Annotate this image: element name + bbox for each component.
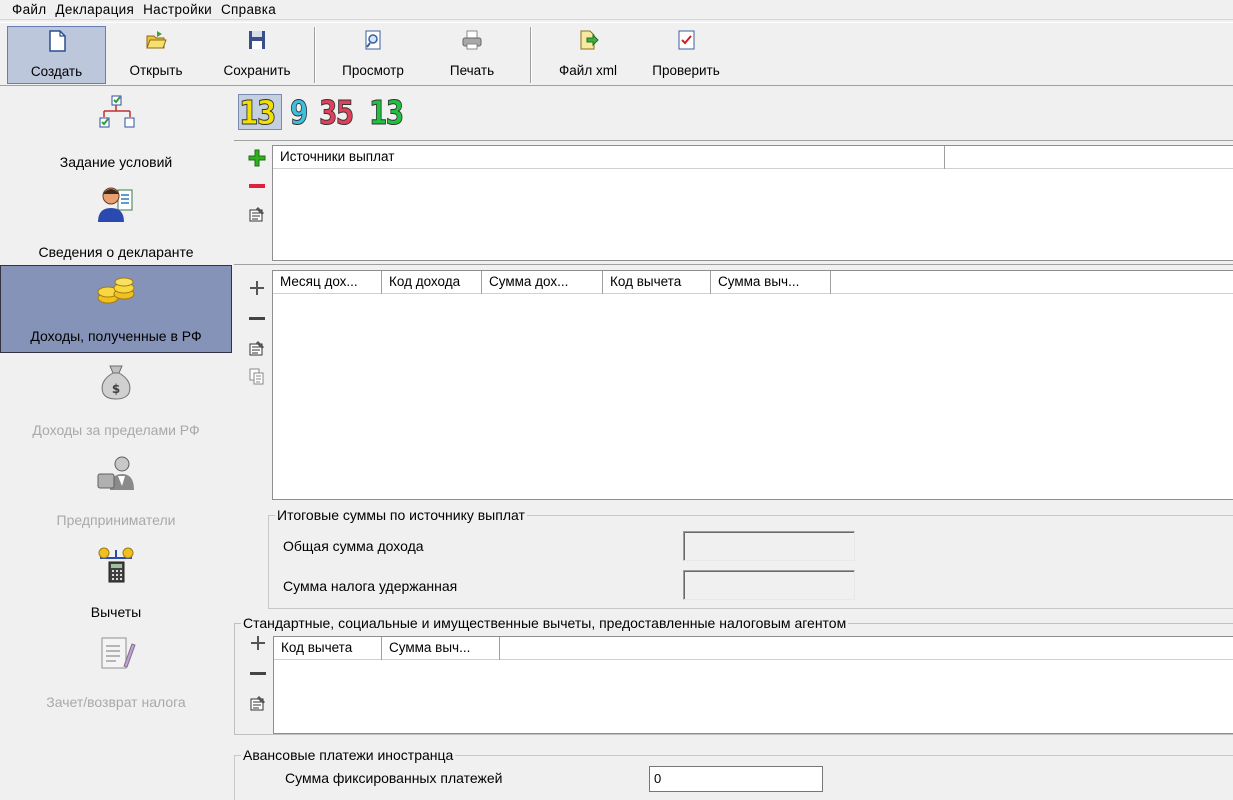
column-header[interactable]: Сумма выч... (382, 637, 500, 660)
print-button[interactable]: Печать (432, 26, 512, 84)
preview-button[interactable]: Просмотр (327, 26, 419, 84)
edit-properties-icon[interactable] (248, 205, 266, 223)
column-header[interactable]: Сумма выч... (711, 271, 831, 294)
income-grid[interactable]: Месяц дох... Код дохода Сумма дох... Код… (272, 270, 1233, 500)
edit-properties-icon[interactable] (248, 339, 266, 357)
sources-panel: Источники выплат (234, 140, 1233, 262)
rate-tab-13[interactable]: 13 (238, 92, 282, 132)
sources-grid[interactable]: Источники выплат (272, 145, 1233, 261)
add-icon[interactable] (248, 149, 266, 167)
sidebar-item-conditions[interactable]: Задание условий (0, 88, 232, 178)
xml-file-button[interactable]: Файл xml (544, 26, 632, 84)
group-title: Авансовые платежи иностранца (241, 747, 456, 763)
remove-icon[interactable] (248, 309, 266, 327)
column-header[interactable]: Код дохода (382, 271, 482, 294)
toolbar: Создать Открыть Сохранить Просмотр Печат… (0, 22, 1233, 86)
new-document-icon (48, 30, 66, 52)
fixed-payments-label: Сумма фиксированных платежей (285, 770, 503, 786)
export-file-icon (580, 30, 599, 50)
menu-bar: Файл Декларация Настройки Справка (0, 0, 1233, 20)
main-panel: 13 9 35 13 Источники выплат Месяц дох... (234, 88, 1233, 800)
rate-tab-35[interactable]: 35 (319, 92, 355, 132)
person-document-icon (98, 187, 133, 222)
column-header[interactable]: Месяц дох... (273, 271, 382, 294)
coins-icon (97, 277, 135, 304)
fixed-payments-input[interactable]: 0 (649, 766, 823, 792)
svg-text:$: $ (112, 382, 120, 396)
magnifier-document-icon (365, 30, 381, 50)
sidebar: Задание условий Сведения о декларанте До… (0, 88, 232, 800)
tax-withheld-field (683, 570, 855, 600)
open-folder-icon (146, 31, 167, 49)
totals-group: Итоговые суммы по источнику выплат Общая… (268, 507, 1233, 609)
create-button[interactable]: Создать (7, 26, 106, 84)
sidebar-item-declarant[interactable]: Сведения о декларанте (0, 178, 232, 268)
column-header[interactable]: Источники выплат (273, 146, 945, 169)
menu-help[interactable]: Справка (221, 2, 276, 17)
sidebar-item-tax-refund[interactable]: Зачет/возврат налога (0, 628, 232, 718)
menu-file[interactable]: Файл (12, 2, 46, 17)
sidebar-item-income-russia[interactable]: Доходы, полученные в РФ (0, 265, 232, 353)
scales-calculator-icon (98, 547, 134, 583)
checklist-icon (678, 30, 695, 50)
total-income-field (683, 531, 855, 561)
group-title: Итоговые суммы по источнику выплат (275, 507, 527, 523)
tax-rate-tabs: 13 9 35 13 (238, 92, 419, 132)
businessman-icon (97, 456, 134, 490)
remove-icon[interactable] (248, 177, 266, 195)
tree-checklist-icon (99, 95, 135, 128)
floppy-disk-icon (249, 31, 265, 49)
add-icon[interactable] (249, 634, 267, 652)
column-header[interactable]: Код вычета (603, 271, 711, 294)
open-button[interactable]: Открыть (116, 26, 196, 84)
menu-declaration[interactable]: Декларация (55, 2, 134, 17)
add-icon[interactable] (248, 279, 266, 297)
income-panel: Месяц дох... Код дохода Сумма дох... Код… (234, 264, 1233, 610)
deductions-group: Стандартные, социальные и имущественные … (234, 615, 1233, 735)
sidebar-item-deductions[interactable]: Вычеты (0, 538, 232, 628)
document-pen-icon (101, 637, 136, 669)
sidebar-item-income-abroad[interactable]: $ Доходы за пределами РФ (0, 356, 232, 446)
copy-icon[interactable] (248, 367, 266, 385)
group-title: Стандартные, социальные и имущественные … (241, 615, 849, 631)
column-header[interactable]: Сумма дох... (482, 271, 603, 294)
sidebar-item-entrepreneurs[interactable]: Предприниматели (0, 446, 232, 536)
column-header[interactable]: Код вычета (274, 637, 382, 660)
menu-settings[interactable]: Настройки (143, 2, 212, 17)
printer-icon (462, 30, 482, 50)
remove-icon[interactable] (249, 664, 267, 682)
total-income-label: Общая сумма дохода (283, 538, 424, 554)
rate-tab-9[interactable]: 9 (290, 92, 309, 132)
check-button[interactable]: Проверить (638, 26, 734, 84)
tax-withheld-label: Сумма налога удержанная (283, 578, 458, 594)
money-bag-icon: $ (101, 365, 131, 400)
deductions-grid[interactable]: Код вычета Сумма выч... (273, 636, 1233, 734)
rate-tab-13-alt[interactable]: 13 (369, 92, 405, 132)
save-button[interactable]: Сохранить (210, 26, 304, 84)
advance-payments-group: Авансовые платежи иностранца Сумма фикси… (234, 747, 1233, 800)
edit-properties-icon[interactable] (249, 694, 267, 712)
